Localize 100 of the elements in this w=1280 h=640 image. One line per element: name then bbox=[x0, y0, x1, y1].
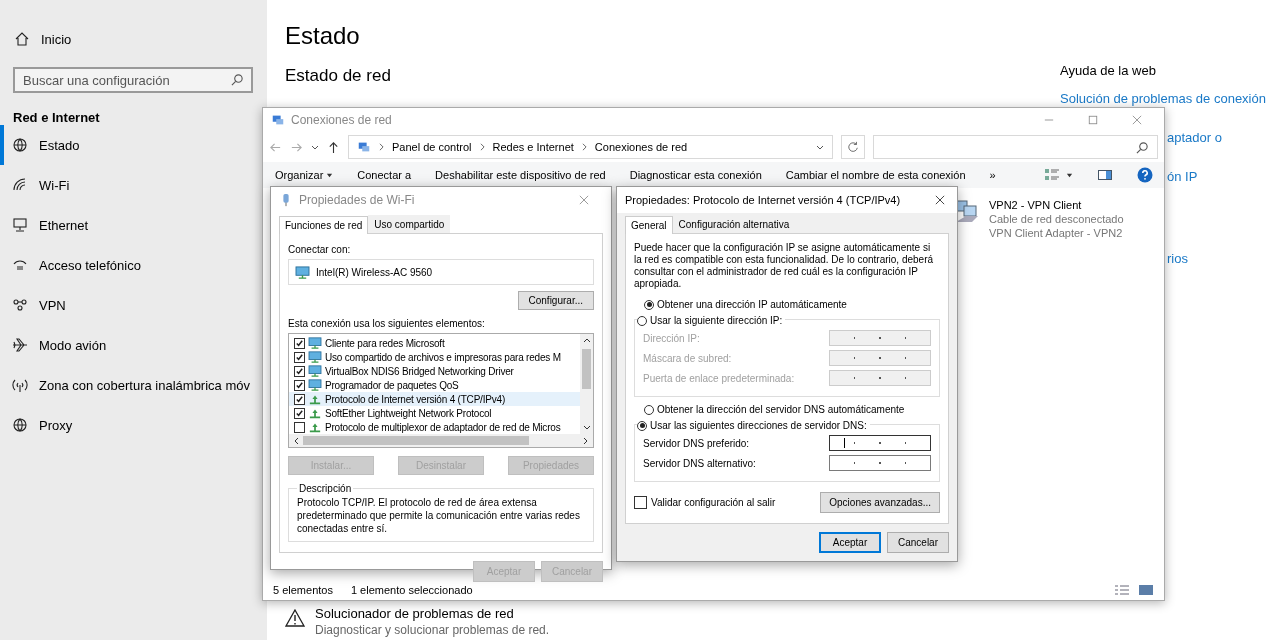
nav-item[interactable]: Zona con cobertura inalámbrica móv bbox=[0, 365, 250, 405]
refresh-button[interactable] bbox=[841, 135, 865, 159]
component-label: SoftEther Lightweight Network Protocol bbox=[325, 407, 492, 419]
scroll-left-icon[interactable] bbox=[293, 436, 299, 445]
dialog-title: Propiedades de Wi-Fi bbox=[299, 193, 415, 207]
nav-item[interactable]: Modo avión bbox=[0, 325, 250, 365]
monitor-icon bbox=[308, 351, 322, 363]
toolbar-button[interactable]: Conectar a bbox=[357, 169, 412, 181]
network-protocol-icon bbox=[308, 407, 322, 419]
validate-checkbox[interactable]: Validar configuración al salir bbox=[634, 496, 776, 509]
nav-icon bbox=[12, 177, 28, 193]
component-label: VirtualBox NDIS6 Bridged Networking Driver bbox=[325, 365, 514, 377]
refresh-icon bbox=[847, 141, 859, 153]
field-label: Servidor DNS preferido: bbox=[643, 437, 750, 449]
home-link[interactable]: Inicio bbox=[14, 28, 72, 50]
dialog-button[interactable]: Cancelar bbox=[887, 532, 949, 553]
address-bar[interactable]: Panel de control Redes e Internet Conexiones de red bbox=[348, 135, 833, 159]
toolbar-button[interactable]: Diagnosticar esta conexión bbox=[629, 169, 762, 181]
large-icons-view-icon[interactable] bbox=[1138, 584, 1154, 596]
help-link[interactable]: aptador o bbox=[1167, 130, 1222, 145]
toolbar-button[interactable]: Cambiar el nombre de esta conexión bbox=[785, 169, 966, 181]
horizontal-scrollbar[interactable] bbox=[289, 434, 593, 447]
checkbox[interactable] bbox=[294, 379, 305, 391]
up-arrow-icon[interactable] bbox=[327, 140, 340, 154]
toolbar-button[interactable]: Organizar bbox=[275, 169, 324, 181]
preview-pane-icon[interactable] bbox=[1096, 167, 1113, 183]
help-link[interactable]: rios bbox=[1167, 251, 1188, 266]
page-title: Estado bbox=[285, 22, 360, 50]
ip-address-field[interactable] bbox=[829, 435, 931, 451]
close-icon[interactable] bbox=[935, 195, 945, 205]
tab[interactable]: Funciones de red bbox=[279, 216, 369, 234]
network-folder-icon bbox=[271, 113, 285, 127]
tab[interactable]: General bbox=[625, 216, 673, 234]
breadcrumb-item[interactable]: Conexiones de red bbox=[594, 141, 688, 153]
caret-icon[interactable] bbox=[326, 171, 334, 179]
status-text: 1 elemento seleccionado bbox=[350, 584, 473, 596]
list-item[interactable]: VirtualBox NDIS6 Bridged Networking Driver bbox=[289, 364, 580, 378]
section-title: Estado de red bbox=[285, 66, 391, 86]
checkbox[interactable] bbox=[294, 421, 305, 433]
caret-icon[interactable] bbox=[816, 143, 824, 151]
maximize-icon[interactable] bbox=[1088, 115, 1098, 125]
nav-icon bbox=[12, 377, 28, 393]
checkbox[interactable] bbox=[294, 351, 305, 363]
list-item[interactable]: Protocolo de Internet versión 4 (TCP/IPv4) bbox=[289, 392, 580, 406]
vertical-scrollbar[interactable] bbox=[580, 334, 593, 434]
nav-item[interactable]: Ethernet bbox=[0, 205, 250, 245]
nav-item[interactable]: Estado bbox=[0, 125, 250, 165]
configure-button[interactable]: Configurar... bbox=[517, 291, 594, 310]
scroll-right-icon[interactable] bbox=[583, 436, 589, 445]
radio-option[interactable]: Obtener la dirección del servidor DNS automáticamente bbox=[644, 404, 905, 415]
list-item[interactable]: Uso compartido de archivos e impresoras para redes M bbox=[289, 350, 580, 364]
component-label: Programador de paquetes QoS bbox=[325, 379, 459, 391]
checkbox[interactable] bbox=[294, 365, 305, 377]
component-label: Protocolo de Internet versión 4 (TCP/IPv4) bbox=[325, 393, 506, 405]
field-label: Máscara de subred: bbox=[643, 352, 732, 364]
scroll-up-icon[interactable] bbox=[582, 337, 591, 343]
troubleshooter-title[interactable]: Solucionador de problemas de red bbox=[315, 606, 550, 621]
help-link[interactable]: ón IP bbox=[1167, 169, 1198, 184]
toolbar-button[interactable]: » bbox=[989, 169, 996, 181]
nav-item[interactable]: Wi-Fi bbox=[0, 165, 250, 205]
nav-item[interactable]: Acceso telefónico bbox=[0, 245, 250, 285]
scroll-down-icon[interactable] bbox=[582, 425, 591, 431]
adapter-name: Intel(R) Wireless-AC 9560 bbox=[316, 266, 433, 278]
chevron-icon bbox=[581, 143, 587, 151]
monitor-icon bbox=[308, 337, 322, 349]
checkbox[interactable] bbox=[294, 337, 305, 349]
dialog-button[interactable]: Aceptar bbox=[819, 532, 881, 553]
chevron-icon bbox=[479, 143, 485, 151]
nav-item[interactable]: Proxy bbox=[0, 405, 250, 445]
chevron-icon bbox=[379, 143, 384, 151]
caret-icon[interactable] bbox=[1065, 171, 1073, 179]
monitor-icon bbox=[308, 365, 322, 377]
nav-icon bbox=[12, 217, 28, 233]
network-protocol-icon bbox=[308, 421, 322, 433]
list-label: Esta conexión usa los siguientes elementos: bbox=[288, 318, 485, 329]
search-field[interactable]: Buscar una configuración bbox=[13, 67, 253, 93]
connection-adapter: VPN Client Adapter - VPN2 bbox=[989, 226, 1124, 240]
nav-icon bbox=[12, 137, 28, 153]
nav-item[interactable]: VPN bbox=[0, 285, 250, 325]
list-item[interactable]: Programador de paquetes QoS bbox=[289, 378, 580, 392]
toolbar-button[interactable]: Deshabilitar este dispositivo de red bbox=[435, 169, 606, 181]
caret-icon[interactable] bbox=[311, 143, 319, 151]
help-link[interactable]: Solución de problemas de conexión bbox=[1060, 91, 1266, 106]
ip-address-field[interactable] bbox=[829, 455, 931, 471]
window-title: Conexiones de red bbox=[291, 113, 392, 127]
connection-name: VPN2 - VPN Client bbox=[989, 198, 1083, 212]
help-icon[interactable] bbox=[1136, 167, 1153, 183]
breadcrumb-item[interactable]: Redes e Internet bbox=[492, 141, 574, 153]
dialog-title: Propiedades: Protocolo de Internet versión 4 (TCP/IPv4) bbox=[625, 194, 901, 206]
monitor-icon bbox=[295, 265, 310, 279]
checkbox[interactable] bbox=[294, 407, 305, 419]
list-item[interactable]: SoftEther Lightweight Network Protocol bbox=[289, 406, 580, 420]
list-item[interactable]: Cliente para redes Microsoft bbox=[289, 336, 580, 350]
breadcrumb-item[interactable]: Panel de control bbox=[392, 141, 472, 153]
list-item[interactable]: Protocolo de multiplexor de adaptador de red de Micros bbox=[289, 420, 580, 434]
radio-option[interactable]: Obtener una dirección IP automáticamente bbox=[644, 299, 847, 310]
tab[interactable]: Uso compartido bbox=[368, 215, 451, 233]
search-icon bbox=[1136, 140, 1149, 154]
advanced-options-button[interactable]: Opciones avanzadas... bbox=[820, 492, 940, 513]
checkbox[interactable] bbox=[294, 393, 305, 405]
